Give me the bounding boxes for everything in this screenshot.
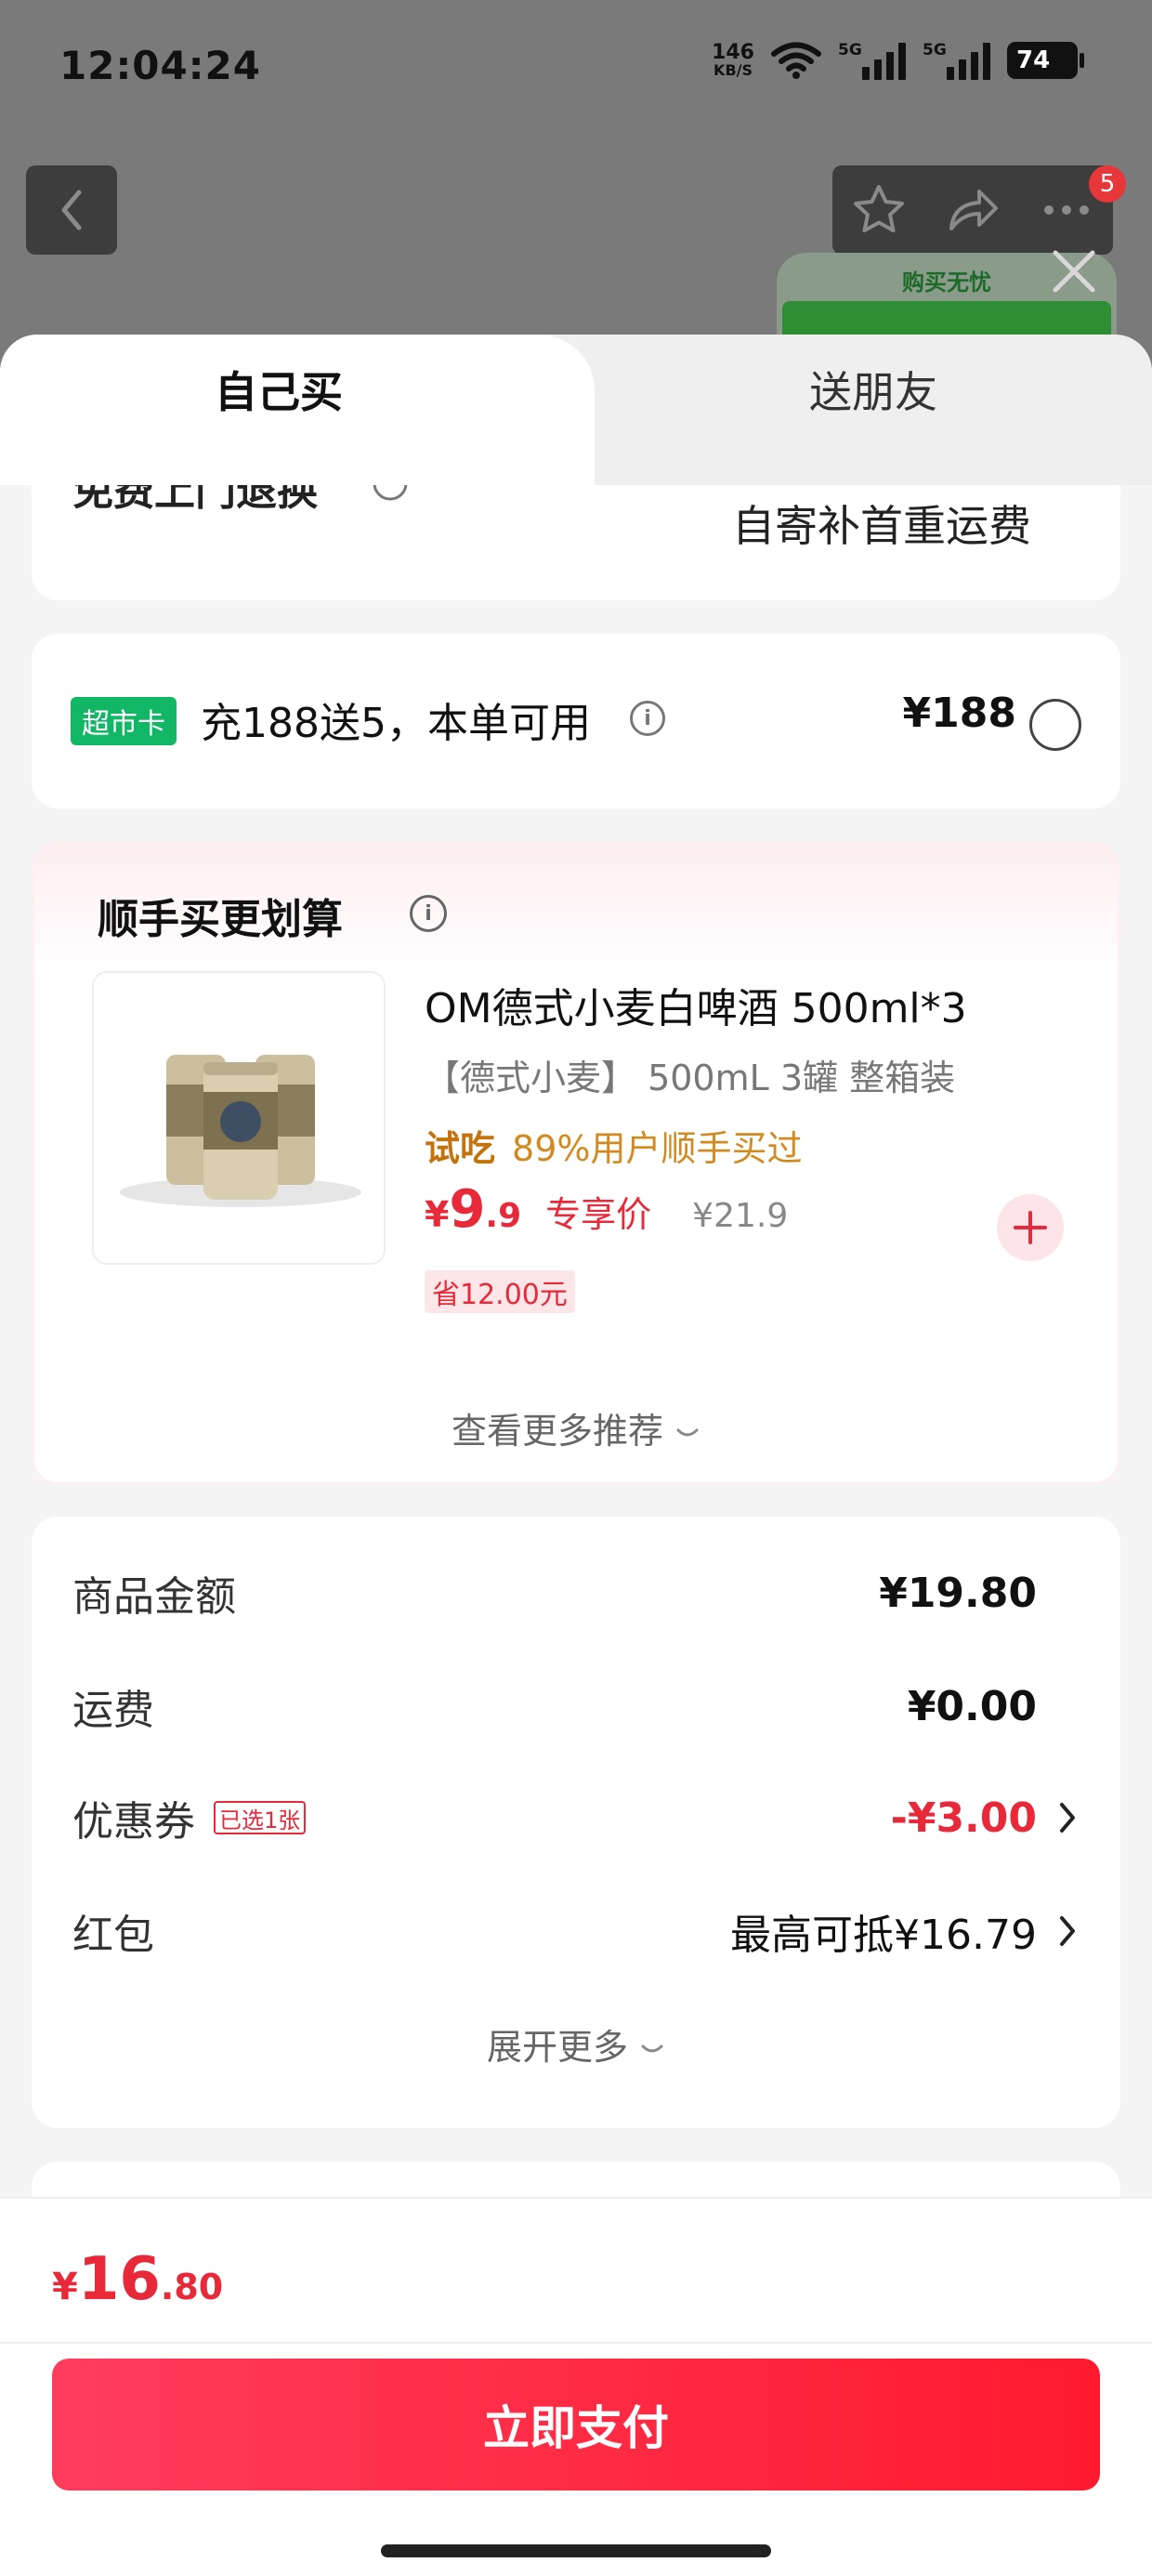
back-chevron-icon [61, 190, 82, 230]
product-spec: 【德式小麦】 500mL 3罐 整箱装 [425, 1058, 956, 1098]
chevron-down-icon [676, 1428, 699, 1436]
addon-card: 顺手买更划算 i OM德式小麦白啤酒 500ml*3 【德式小麦】 500mL … [32, 842, 1120, 1485]
pay-now-button[interactable]: 立即支付 [52, 2359, 1100, 2491]
close-icon[interactable] [1048, 245, 1100, 297]
summary-label: 红包 [72, 1912, 154, 1959]
addon-title: 顺手买更划算 [98, 896, 343, 943]
free-return-label: 免费上门退换 [72, 485, 318, 515]
expand-more-link[interactable]: 展开更多 [32, 2018, 1120, 2070]
more-dots-icon[interactable] [1038, 182, 1095, 238]
notification-badge: 5 [1089, 165, 1126, 203]
summary-label: 商品金额 [72, 1573, 236, 1621]
beer-cans-image [120, 1055, 361, 1207]
chevron-down-icon [641, 2044, 663, 2052]
return-shipping-label: 自寄补首重运费 [732, 501, 1031, 551]
trial-label: 试吃 [425, 1128, 496, 1169]
summary-value: ¥0.00 [907, 1682, 1037, 1730]
coupon-selected-tag: 已选1张 [214, 1801, 307, 1834]
bottom-pay-bar: ¥16.80 立即支付 [0, 2197, 1152, 2576]
info-icon[interactable] [372, 485, 409, 502]
share-icon[interactable] [944, 182, 1001, 238]
info-icon[interactable]: i [630, 701, 665, 736]
summary-row-goods: 商品金额 ¥19.80 [72, 1565, 1080, 1622]
add-to-order-button[interactable] [997, 1194, 1064, 1261]
save-badge: 省12.00元 [425, 1270, 575, 1313]
status-bar: 12:04:24 146 KB/S 5G 5G 74 [0, 0, 1152, 139]
nav-capsule [832, 165, 1113, 255]
product-trial: 试吃 89%用户顺手买过 [425, 1120, 802, 1171]
divider [0, 2342, 1152, 2344]
market-card-text: 充188送5，本单可用 [201, 700, 591, 747]
home-indicator[interactable] [381, 2544, 771, 2557]
signal-icon: 5G [923, 41, 990, 80]
product-price: ¥9.9 专享价 ¥21.9 [425, 1179, 789, 1240]
tab-bar-overlay: 自己买 送朋友 [0, 335, 1152, 485]
status-indicators: 146 KB/S 5G 5G 74 [712, 41, 1084, 80]
chevron-right-icon [1055, 1912, 1080, 1950]
network-speed: 146 KB/S [712, 41, 754, 79]
original-price: ¥21.9 [692, 1197, 789, 1235]
summary-label: 优惠券 [72, 1798, 195, 1846]
order-summary-card: 商品金额 ¥19.80 运费 ¥0.00 优惠券 已选1张 -¥3.00 红包 … [32, 1517, 1120, 2128]
total-price: ¥16.80 [52, 2245, 224, 2314]
market-card-offer[interactable]: 超市卡 充188送5，本单可用 i ¥188 [32, 634, 1120, 808]
market-card-price: ¥188 [902, 690, 1016, 737]
wifi-icon [771, 42, 821, 79]
product-name[interactable]: OM德式小麦白啤酒 500ml*3 [425, 975, 967, 1034]
summary-row-redpacket[interactable]: 红包 最高可抵¥16.79 [72, 1903, 1080, 1959]
market-card-tag: 超市卡 [71, 697, 177, 745]
more-recommendations-link[interactable]: 查看更多推荐 [34, 1402, 1118, 1453]
tab-friend[interactable]: 送朋友 [595, 335, 1152, 485]
summary-label: 运费 [72, 1687, 154, 1734]
plus-icon [1014, 1211, 1047, 1244]
status-time: 12:04:24 [59, 43, 261, 88]
back-button[interactable] [26, 165, 117, 255]
info-icon[interactable]: i [410, 895, 447, 932]
summary-row-shipping: 运费 ¥0.00 [72, 1678, 1080, 1735]
summary-value: ¥19.80 [879, 1569, 1037, 1617]
tab-self[interactable]: 自己买 [0, 335, 557, 485]
product-image[interactable] [92, 971, 386, 1265]
summary-row-coupon[interactable]: 优惠券 已选1张 -¥3.00 [72, 1790, 1080, 1846]
summary-value: 最高可抵¥16.79 [730, 1912, 1037, 1959]
signal-icon: 5G [838, 41, 906, 80]
exclusive-price-label: 专享价 [545, 1194, 652, 1235]
summary-value: -¥3.00 [890, 1794, 1037, 1842]
radio-icon[interactable] [1029, 699, 1081, 751]
delivery-peek: 免费上门退换 自寄补首重运费 [32, 485, 1120, 600]
battery-icon: 74 [1007, 42, 1084, 79]
star-icon[interactable] [850, 182, 908, 238]
trial-rate: 89%用户顺手买过 [512, 1128, 803, 1169]
chevron-right-icon [1055, 1799, 1080, 1836]
